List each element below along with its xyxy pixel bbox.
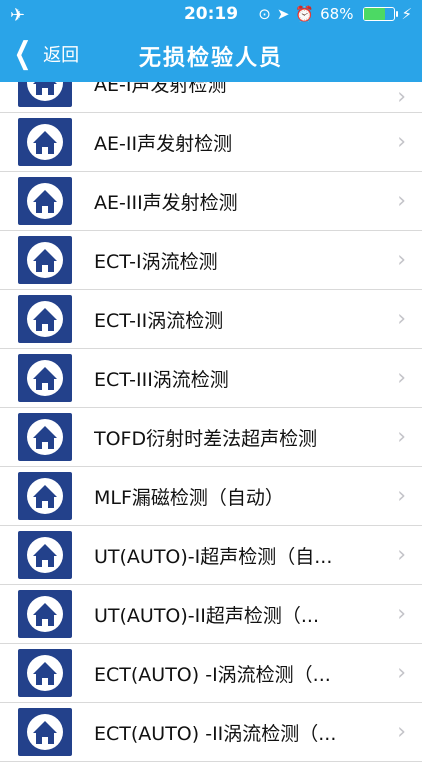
charging-icon: ⚡ [401, 5, 412, 23]
list-item[interactable]: UT(AUTO)-I超声检测（自... › [0, 526, 422, 585]
list-item-label: ECT(AUTO) -II涡流检测（... [94, 722, 337, 745]
list-item-label: UT(AUTO)-I超声检测（自... [94, 545, 333, 568]
list-item-label: TOFD衍射时差法超声检测 [94, 427, 318, 450]
list-item-label: ECT(AUTO) -I涡流检测（... [94, 663, 331, 686]
list-item-label: AE-III声发射检测 [94, 191, 238, 214]
battery-icon [363, 7, 399, 21]
list-item[interactable]: ECT(AUTO) -I涡流检测（... › [0, 644, 422, 703]
house-icon [18, 177, 72, 225]
list-item-label: ECT-I涡流检测 [94, 250, 218, 273]
nav-bar: ❮ 返回 无损检验人员 [0, 30, 422, 82]
list-item[interactable]: AE-II声发射检测 › [0, 113, 422, 172]
house-icon [18, 590, 72, 638]
page-title: 无损检验人员 [138, 46, 283, 71]
list-item[interactable]: TOFD衍射时差法超声检测 › [0, 408, 422, 467]
location-arrow-icon: ➤ [276, 5, 290, 23]
list-item-label: AE-II声发射检测 [94, 132, 233, 155]
chevron-right-icon: › [397, 660, 406, 686]
list-item[interactable]: ECT(AUTO) -II涡流检测（... › [0, 703, 422, 762]
alarm-icon: ⏰ [295, 5, 315, 23]
list-item[interactable]: AE-III声发射检测 › [0, 172, 422, 231]
list-item-label: AE-I声发射检测 [94, 82, 227, 96]
house-icon [18, 708, 72, 756]
house-icon [18, 82, 72, 107]
house-icon [18, 531, 72, 579]
list-item-label: MLF漏磁检测（自动） [94, 486, 284, 509]
chevron-right-icon: › [397, 483, 406, 509]
battery-percent: 68% [320, 5, 354, 23]
rotation-lock-icon: ⊙ [258, 5, 271, 23]
header: ✈ 20:19 ⊙ ➤ ⏰ 68% ⚡ ❮ 返回 无损检验人员 [0, 0, 422, 82]
list-item-label: UT(AUTO)-II超声检测（... [94, 604, 319, 627]
house-icon [18, 118, 72, 166]
house-icon [18, 413, 72, 461]
chevron-right-icon: › [397, 129, 406, 155]
list-item-label: ECT-II涡流检测 [94, 309, 224, 332]
chevron-right-icon: › [397, 188, 406, 214]
status-indicators: ⊙ ➤ ⏰ 68% ⚡ [258, 5, 412, 23]
house-icon [18, 649, 72, 697]
chevron-right-icon: › [397, 306, 406, 332]
chevron-right-icon: › [397, 84, 406, 110]
house-icon [18, 236, 72, 284]
battery-level [364, 8, 385, 20]
inspection-list: AE-I声发射检测 › AE-II声发射检测 › AE-III声发射检测 › E… [0, 82, 422, 762]
list-item[interactable]: UT(AUTO)-II超声检测（... › [0, 585, 422, 644]
house-icon [18, 472, 72, 520]
status-bar: ✈ 20:19 ⊙ ➤ ⏰ 68% ⚡ [0, 0, 422, 30]
chevron-right-icon: › [397, 365, 406, 391]
house-icon [18, 354, 72, 402]
chevron-right-icon: › [397, 424, 406, 450]
list-item[interactable]: ECT-II涡流检测 › [0, 290, 422, 349]
house-icon [18, 295, 72, 343]
chevron-right-icon: › [397, 247, 406, 273]
list-item[interactable]: MLF漏磁检测（自动） › [0, 467, 422, 526]
chevron-right-icon: › [397, 601, 406, 627]
chevron-right-icon: › [397, 542, 406, 568]
list-item[interactable]: ECT-III涡流检测 › [0, 349, 422, 408]
list-item[interactable]: AE-I声发射检测 › [0, 82, 422, 113]
list-item-label: ECT-III涡流检测 [94, 368, 229, 391]
chevron-right-icon: › [397, 719, 406, 745]
list-item[interactable]: ECT-I涡流检测 › [0, 231, 422, 290]
